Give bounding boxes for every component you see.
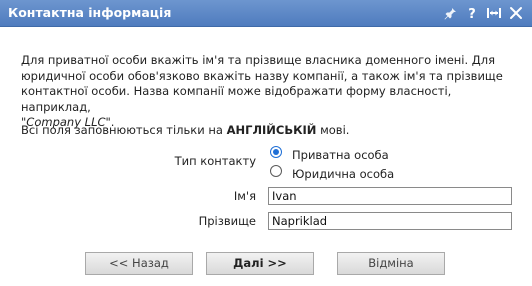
radio-private-person[interactable]: [270, 146, 282, 158]
first-name-label: Ім'я: [233, 189, 256, 203]
language-note-language: АНГЛІЙСЬКІЙ: [226, 123, 317, 137]
first-name-input[interactable]: [268, 187, 512, 205]
language-note-suffix: мові.: [316, 123, 350, 137]
description-line: юридичної особи обов'язково вкажіть назв…: [21, 68, 503, 83]
description-text: Для приватної особи вкажіть ім'я та пріз…: [21, 53, 511, 131]
language-note-prefix: Всі поля заповнюються тільки на: [21, 123, 227, 137]
help-icon[interactable]: ?: [464, 5, 480, 21]
dialog-title: Контактна інформація: [8, 5, 172, 20]
titlebar-icons: ?: [442, 3, 524, 23]
radio-private-person-label[interactable]: Приватна особа: [292, 148, 389, 162]
next-button[interactable]: Далі >>: [206, 252, 314, 275]
resize-icon[interactable]: [486, 5, 502, 21]
description-line: контактної особи. Назва компанії може ві…: [21, 84, 452, 114]
contact-type-label: Тип контакту: [174, 154, 256, 168]
svg-text:?: ?: [468, 7, 476, 20]
language-note: Всі поля заповнюються тільки на АНГЛІЙСЬ…: [21, 123, 349, 137]
description-line: Для приватної особи вкажіть ім'я та пріз…: [21, 53, 496, 67]
radio-legal-entity-label[interactable]: Юридична особа: [292, 167, 394, 181]
pin-icon[interactable]: [442, 5, 458, 21]
back-button[interactable]: << Назад: [85, 252, 193, 275]
last-name-label: Прізвище: [198, 214, 256, 228]
last-name-input[interactable]: [268, 212, 512, 230]
dialog-titlebar[interactable]: Контактна інформація ?: [0, 0, 532, 27]
contact-info-dialog: Контактна інформація ? Для приватної осо…: [0, 0, 532, 286]
close-icon[interactable]: [508, 5, 524, 21]
cancel-button[interactable]: Відміна: [337, 252, 445, 275]
radio-legal-entity[interactable]: [270, 165, 282, 177]
